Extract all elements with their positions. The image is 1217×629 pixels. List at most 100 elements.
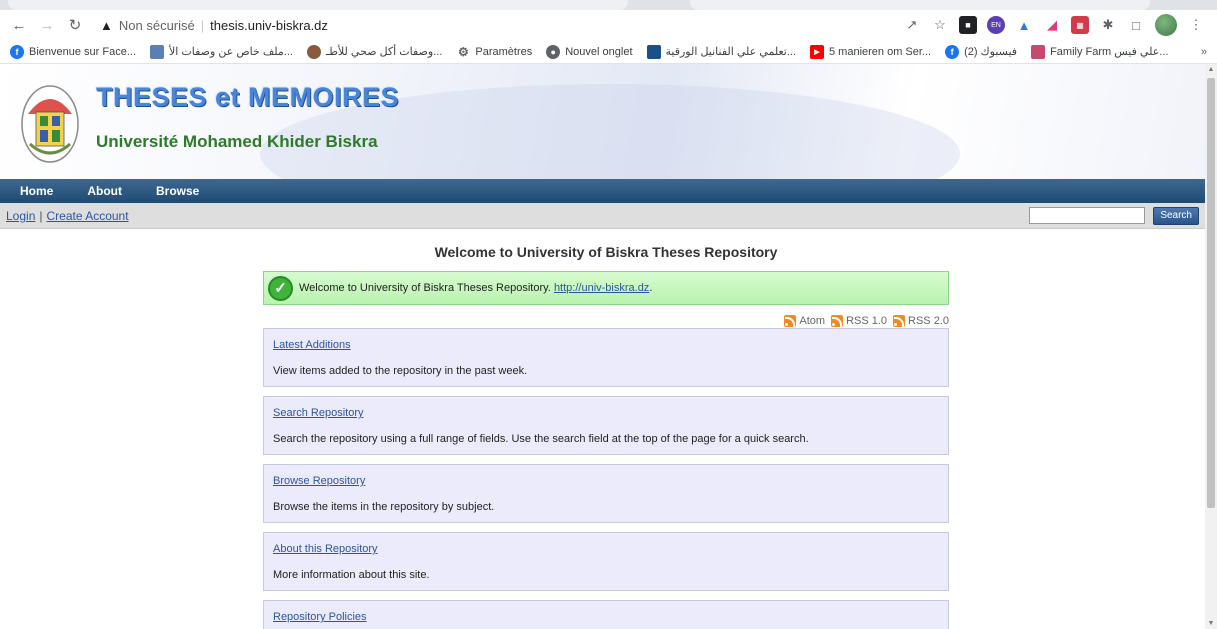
address-bar[interactable]: ▲ Non sécurisé | thesis.univ-biskra.dz [92, 13, 897, 37]
site-title: THESES et MEMOIRES [96, 82, 400, 112]
bookmark-item[interactable]: تعلمي علي الفنانيل الورقية... [646, 44, 796, 59]
bookmark-favicon [306, 44, 321, 59]
rss1-feed-link[interactable]: RSS 1.0 [831, 315, 887, 327]
search-input[interactable] [1029, 207, 1146, 224]
scroll-up-icon[interactable]: ▲ [1205, 66, 1217, 73]
menu-about[interactable]: About [87, 184, 122, 198]
bookmarks-bar: f Bienvenue sur Face... ملف خاص عن وصفات … [0, 40, 1217, 64]
site-subtitle: Université Mohamed Khider Biskra [96, 132, 378, 151]
profile-avatar[interactable] [1155, 14, 1177, 36]
notice-text: Welcome to University of Biskra Theses R… [299, 282, 652, 294]
forward-icon[interactable]: → [36, 14, 58, 36]
search-repository-link[interactable]: Search Repository [273, 407, 939, 419]
bookmark-label: تعلمي علي الفنانيل الورقية... [665, 46, 796, 58]
list-item: Latest Additions View items added to the… [263, 328, 949, 387]
toolbar-actions: ↗ ☆ ■ EN ▲ ◢ ▦ ✱ □ ⋮ [903, 14, 1209, 36]
list-item: Search Repository Search the repository … [263, 396, 949, 455]
rss2-feed-link[interactable]: RSS 2.0 [893, 315, 949, 327]
list-item: Browse Repository Browse the items in th… [263, 464, 949, 523]
reload-icon[interactable]: ↻ [64, 14, 86, 36]
item-description: Search the repository using a full range… [273, 433, 809, 445]
bookmark-favicon [150, 44, 165, 59]
bookmark-item[interactable]: Family Farm علي فيس... [1031, 44, 1169, 59]
vertical-scrollbar[interactable]: ▲ ▼ [1205, 64, 1217, 629]
university-logo-icon [21, 85, 79, 163]
bookmark-item[interactable]: وصفات أكل صحي للأطـ... [306, 44, 443, 59]
url-text[interactable]: thesis.univ-biskra.dz [210, 18, 328, 33]
share-icon[interactable]: ↗ [903, 16, 921, 34]
notice-period: . [649, 282, 653, 294]
bookmark-favicon [1031, 44, 1046, 59]
account-bar: Login | Create Account Search [0, 203, 1205, 229]
bookmark-item[interactable]: ⚙ Paramètres [456, 44, 533, 59]
bookmark-label: Paramètres [475, 45, 533, 58]
notice-link[interactable]: http://univ-biskra.dz [554, 282, 649, 294]
repository-policies-link[interactable]: Repository Policies [273, 611, 939, 623]
list-item: Repository Policies [263, 600, 949, 629]
bookmark-item[interactable]: f (2) فيسبوك [945, 44, 1018, 59]
vpn-extension-icon[interactable]: ▲ [1015, 16, 1033, 34]
rss-icon [784, 315, 797, 327]
latest-additions-link[interactable]: Latest Additions [273, 339, 939, 351]
puzzle-extensions-icon[interactable]: ✱ [1099, 16, 1117, 34]
browser-toolbar: ← → ↻ ▲ Non sécurisé | thesis.univ-biskr… [0, 10, 1217, 40]
warning-icon[interactable]: ▲ [100, 18, 113, 33]
bookmark-label: وصفات أكل صحي للأطـ... [325, 46, 443, 58]
search-button[interactable]: Search [1153, 206, 1199, 225]
bookmark-item[interactable]: ملف خاص عن وصفات الأ... [150, 44, 293, 59]
bookmark-label: (2) فيسبوك [964, 46, 1018, 58]
welcome-notice: ✓ Welcome to University of Biskra Theses… [263, 271, 949, 305]
browser-tab[interactable] [690, 0, 1150, 10]
menu-browse[interactable]: Browse [156, 184, 199, 198]
bookmark-item[interactable]: f Bienvenue sur Face... [10, 44, 136, 59]
page-title: Welcome to University of Biskra Theses R… [434, 244, 778, 260]
checkmark-icon: ✓ [268, 275, 293, 301]
feed-links: Atom RSS 1.0 RSS 2.0 [263, 315, 949, 327]
rss-icon [831, 315, 844, 327]
about-repository-link[interactable]: About this Repository [273, 543, 939, 555]
atom-feed-link[interactable]: Atom [784, 315, 825, 327]
tab-strip [0, 0, 1217, 10]
item-description: View items added to the repository in th… [273, 365, 528, 377]
bookmark-item[interactable]: ● Nouvel onglet [546, 44, 633, 59]
feed-label: RSS 2.0 [908, 315, 949, 327]
create-account-link[interactable]: Create Account [47, 209, 129, 223]
menu-home[interactable]: Home [20, 184, 53, 198]
bookmark-favicon [646, 44, 661, 59]
site-banner: THESES et MEMOIRES Université Mohamed Kh… [0, 64, 1205, 179]
bookmark-star-icon[interactable]: ☆ [931, 16, 949, 34]
scrollbar-thumb[interactable] [1207, 78, 1215, 508]
facebook-icon: f [945, 44, 960, 59]
feed-label: RSS 1.0 [846, 315, 888, 327]
bookmark-label: Nouvel onglet [565, 45, 633, 58]
bookmarks-overflow-icon[interactable]: » [1201, 46, 1207, 58]
pinterest-extension-icon[interactable]: ◢ [1043, 16, 1061, 34]
incognito-extension-icon[interactable]: ■ [959, 16, 977, 34]
main-content: Welcome to University of Biskra Theses R… [263, 244, 949, 629]
chrome-icon: ● [546, 44, 561, 59]
site-search: Search [1029, 206, 1199, 225]
omnibox-separator: | [200, 17, 205, 33]
list-item: About this Repository More information a… [263, 532, 949, 591]
browse-repository-link[interactable]: Browse Repository [273, 475, 939, 487]
youtube-icon: ▶ [810, 44, 824, 59]
account-separator: | [39, 208, 43, 223]
page: THESES et MEMOIRES Université Mohamed Kh… [0, 64, 1205, 629]
office-extension-icon[interactable]: ▦ [1071, 16, 1089, 34]
side-panel-icon[interactable]: □ [1127, 16, 1145, 34]
feed-label: Atom [799, 315, 826, 327]
back-icon[interactable]: ← [8, 14, 30, 36]
bookmark-label: 5 manieren om Ser... [829, 45, 932, 58]
bookmark-label: Family Farm علي فيس... [1050, 46, 1169, 58]
notice-message: Welcome to University of Biskra Theses R… [299, 282, 551, 294]
scroll-down-icon[interactable]: ▼ [1205, 620, 1217, 627]
gear-icon: ⚙ [456, 44, 471, 59]
item-description: Browse the items in the repository by su… [273, 501, 495, 513]
translate-extension-icon[interactable]: EN [987, 16, 1005, 34]
page-viewport: THESES et MEMOIRES Université Mohamed Kh… [0, 64, 1217, 629]
bookmark-item[interactable]: ▶ 5 manieren om Ser... [810, 44, 932, 59]
login-link[interactable]: Login [6, 209, 35, 223]
rss-icon [893, 315, 906, 327]
browser-tab[interactable] [8, 0, 628, 10]
menu-kebab-icon[interactable]: ⋮ [1187, 16, 1205, 34]
